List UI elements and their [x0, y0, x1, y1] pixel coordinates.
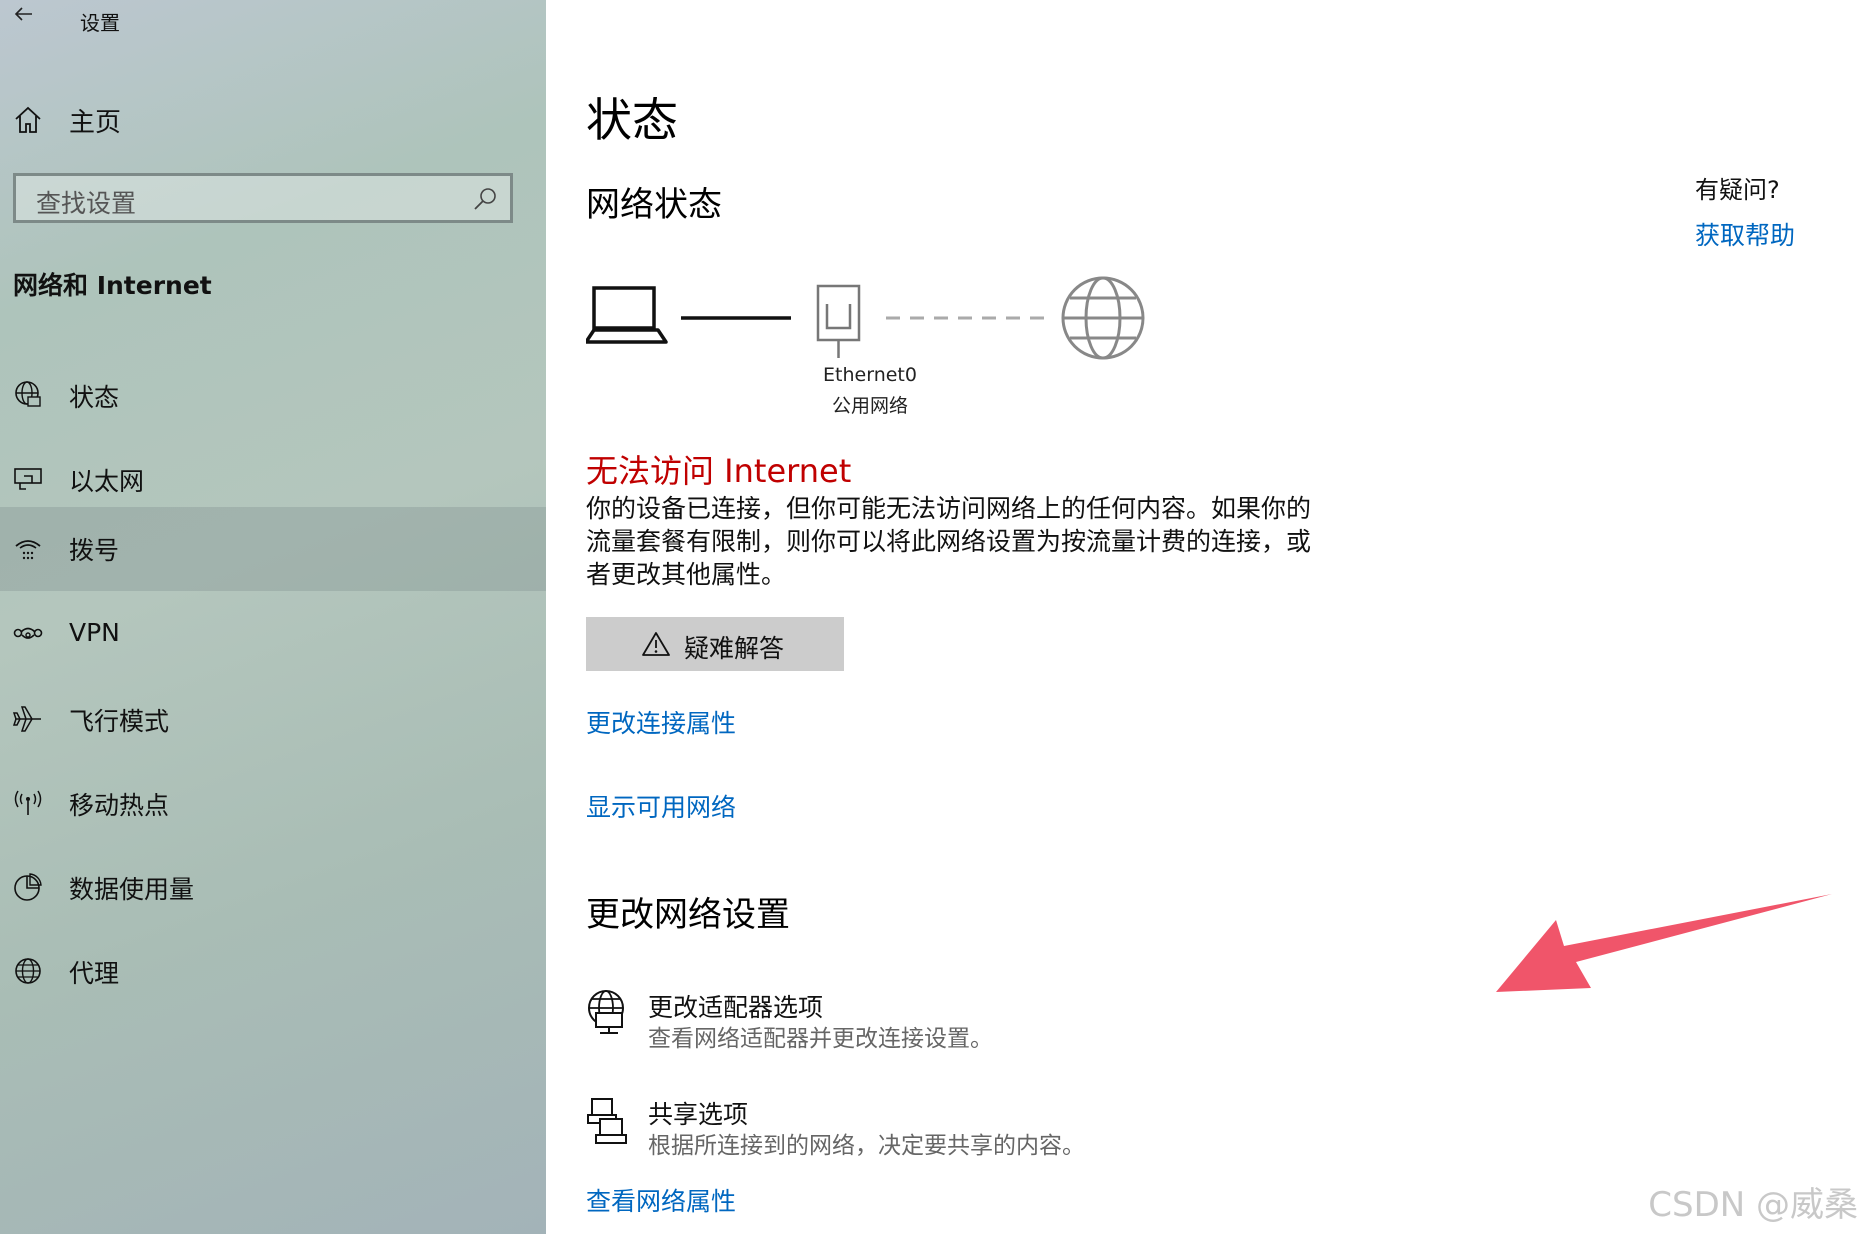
sidebar-home[interactable]: 主页 [0, 96, 546, 144]
ethernet-adapter-icon [816, 284, 861, 358]
home-label: 主页 [69, 108, 122, 138]
connection-error-title: 无法访问 Internet [586, 452, 852, 490]
adapter-name: Ethernet0 [823, 364, 917, 386]
sharing-icon [587, 1098, 627, 1144]
get-help-link[interactable]: 获取帮助 [1695, 216, 1795, 252]
option-subtitle: 查看网络适配器并更改连接设置。 [648, 1026, 993, 1052]
search-placeholder: 查找设置 [36, 189, 137, 218]
sidebar-item-label: 代理 [69, 959, 120, 988]
view-network-properties-link[interactable]: 查看网络属性 [586, 1182, 736, 1218]
search-icon[interactable] [472, 186, 498, 212]
sidebar-item-airplane[interactable]: 飞行模式 [0, 678, 546, 762]
internet-globe-icon [1061, 276, 1145, 360]
troubleshoot-label: 疑难解答 [684, 634, 785, 663]
sidebar-item-label: 拨号 [69, 536, 120, 565]
sidebar-item-label: 状态 [69, 383, 120, 412]
sidebar-section-title: 网络和 Internet [13, 271, 212, 300]
sidebar-item-status[interactable]: 状态 [0, 354, 546, 438]
ethernet-icon [14, 468, 42, 490]
hotspot-icon [14, 790, 42, 815]
sidebar-item-label: VPN [69, 618, 120, 647]
watermark: CSDN @威桑 [1648, 1185, 1858, 1225]
airplane-icon [12, 706, 41, 732]
help-question: 有疑问? [1695, 176, 1780, 204]
warning-icon [642, 632, 670, 656]
sidebar-item-dialup[interactable]: 拨号 [0, 507, 546, 591]
sidebar-item-vpn[interactable]: VPN [0, 594, 546, 678]
dialup-icon [15, 540, 41, 560]
annotation-arrow-icon [1496, 894, 1832, 992]
sidebar-item-proxy[interactable]: 代理 [0, 930, 546, 1014]
page-title: 状态 [586, 93, 678, 147]
troubleshoot-button[interactable]: 疑难解答 [586, 617, 844, 671]
search-input[interactable]: 查找设置 [13, 173, 513, 223]
back-arrow-icon[interactable] [10, 0, 40, 30]
title-bar: 设置 [0, 0, 546, 40]
sidebar: 设置 主页 查找设置 网络和 Internet 状态 以太网 拨号 VPN 飞行… [0, 0, 546, 1234]
change-network-settings-heading: 更改网络设置 [586, 895, 790, 935]
connection-error-description: 你的设备已连接，但你可能无法访问网络上的任何内容。如果你的流量套餐有限制，则你可… [586, 494, 1312, 589]
sidebar-item-label: 以太网 [69, 467, 145, 496]
option-subtitle: 根据所连接到的网络，决定要共享的内容。 [648, 1133, 1085, 1159]
data-usage-icon [14, 873, 42, 901]
laptop-icon [586, 286, 668, 344]
sidebar-item-label: 飞行模式 [69, 707, 170, 736]
sidebar-item-hotspot[interactable]: 移动热点 [0, 762, 546, 846]
network-status-heading: 网络状态 [586, 185, 722, 225]
adapter-globe-icon [588, 990, 624, 1034]
globe-status-icon [15, 381, 41, 407]
sidebar-item-data-usage[interactable]: 数据使用量 [0, 846, 546, 930]
sidebar-item-label: 移动热点 [69, 791, 170, 820]
app-title: 设置 [80, 11, 120, 35]
change-adapter-options[interactable]: 更改适配器选项 查看网络适配器并更改连接设置。 [586, 988, 1286, 1068]
sharing-options[interactable]: 共享选项 根据所连接到的网络，决定要共享的内容。 [586, 1095, 1286, 1175]
main-content: 状态 网络状态 Ethernet0 公用网络 无法访问 Internet 你的设… [546, 0, 1862, 1234]
home-icon [15, 106, 41, 133]
adapter-network-type: 公用网络 [831, 395, 908, 417]
vpn-icon [13, 627, 43, 639]
globe-icon [15, 958, 41, 984]
show-available-networks-link[interactable]: 显示可用网络 [586, 788, 736, 824]
sidebar-item-label: 数据使用量 [69, 875, 195, 904]
change-connection-properties-link[interactable]: 更改连接属性 [586, 704, 736, 740]
